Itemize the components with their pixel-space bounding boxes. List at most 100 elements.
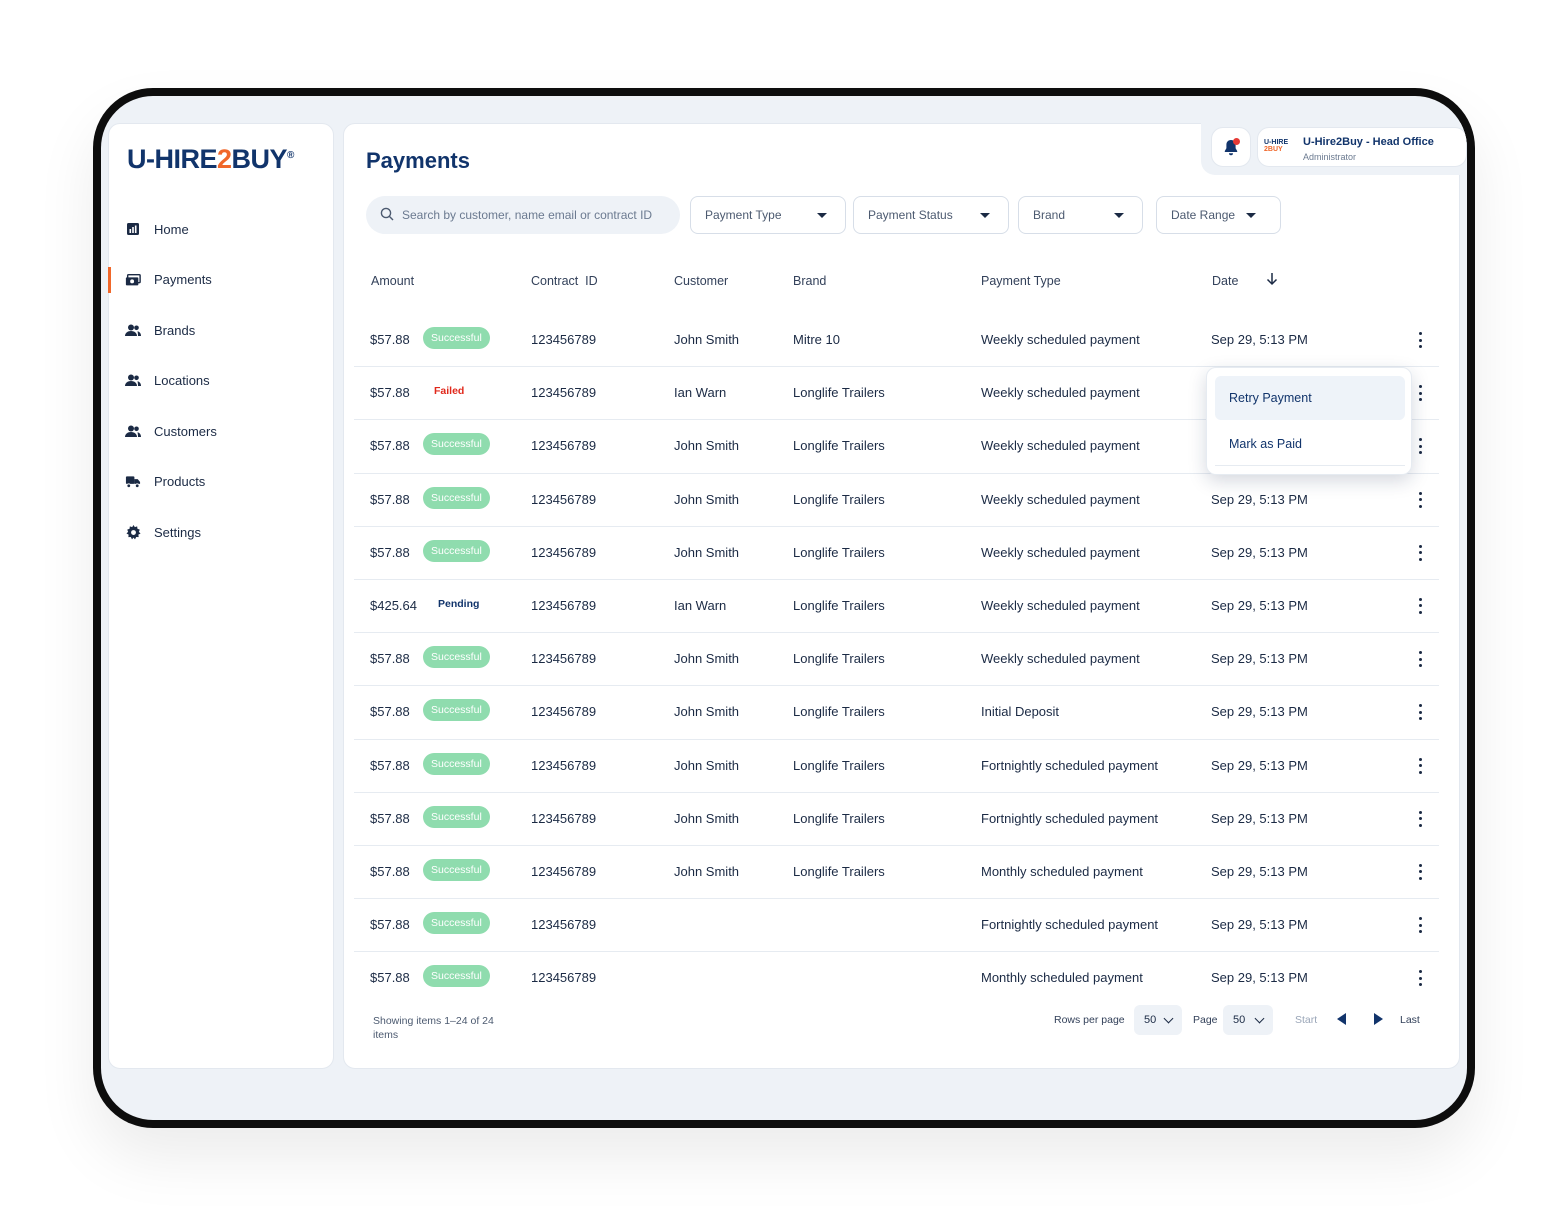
customer-cell: John Smith — [674, 544, 740, 560]
search-input[interactable]: Search by customer, name email or contra… — [366, 196, 680, 234]
account-switcher[interactable]: U-HIRE 2BUY U-Hire2Buy - Head Office Admi… — [1257, 127, 1467, 167]
brand-cell: Longlife Trailers — [793, 651, 885, 667]
table-row[interactable]: $57.88 Successful 123456789 John Smith Longl… — [354, 474, 1439, 527]
next-page-icon[interactable] — [1374, 1013, 1383, 1025]
column-header-brand[interactable]: Brand — [793, 274, 826, 288]
account-logo: U-HIRE 2BUY — [1264, 139, 1289, 153]
previous-page-icon[interactable] — [1337, 1013, 1346, 1025]
brand-filter[interactable]: Brand — [1018, 196, 1143, 234]
page-select[interactable]: 50 — [1223, 1005, 1273, 1035]
account-role: Administrator — [1303, 152, 1357, 162]
row-actions-icon[interactable] — [1413, 596, 1427, 616]
date-cell: Sep 29, 5:13 PM — [1211, 544, 1308, 560]
column-header-date[interactable]: Date — [1212, 274, 1238, 288]
contract-id-cell: 123456789 — [531, 863, 597, 879]
search-icon — [380, 207, 394, 224]
table-row[interactable]: $57.88 Successful 123456789 Fortnightly sch… — [354, 899, 1439, 953]
sidebar-item-customers[interactable]: Customers — [109, 406, 333, 457]
row-actions-icon[interactable] — [1413, 383, 1427, 403]
last-page-button[interactable]: Last — [1400, 1004, 1420, 1036]
payment-status-filter[interactable]: Payment Status — [853, 196, 1009, 234]
sidebar-item-label: Locations — [154, 373, 210, 389]
table-row[interactable]: $57.88 Successful 123456789 John Smith Longl… — [354, 740, 1439, 793]
column-header-payment-type[interactable]: Payment Type — [981, 274, 1061, 288]
sort-descending-icon[interactable] — [1266, 272, 1278, 289]
table-row[interactable]: $57.88 Successful 123456789 John Smith Longl… — [354, 633, 1439, 687]
sidebar-item-locations[interactable]: Locations — [109, 356, 333, 407]
date-cell: Sep 29, 5:13 PM — [1211, 863, 1308, 879]
page-title: Payments — [366, 148, 470, 173]
brand-cell: Longlife Trailers — [793, 810, 885, 826]
brand-cell: Longlife Trailers — [793, 863, 885, 879]
payment-type-filter[interactable]: Payment Type — [690, 196, 846, 234]
start-page-button[interactable]: Start — [1295, 1004, 1317, 1036]
table-row[interactable]: $425.64 Pending 123456789 Ian Warn Longlife … — [354, 580, 1439, 634]
brand-logo[interactable]: U-HIRE2BUY® — [127, 144, 294, 175]
row-actions-icon[interactable] — [1413, 543, 1427, 563]
contract-id-cell: 123456789 — [531, 438, 597, 454]
account-area: U-HIRE 2BUY U-Hire2Buy - Head Office Admi… — [1201, 123, 1467, 175]
retry-payment-menu-item[interactable]: Retry Payment — [1215, 376, 1405, 420]
column-header-customer[interactable]: Customer — [674, 274, 728, 288]
sidebar-item-brands[interactable]: Brands — [109, 305, 333, 356]
status-badge: Successful — [423, 805, 490, 828]
sidebar-item-home[interactable]: Home — [109, 204, 333, 255]
amount-cell: $425.64 — [370, 597, 417, 613]
row-actions-icon[interactable] — [1413, 968, 1427, 988]
status-badge: Successful — [423, 327, 490, 349]
date-cell: Sep 29, 5:13 PM — [1211, 970, 1308, 986]
table-row[interactable]: $57.88 Successful 123456789 John Smith Longl… — [354, 527, 1439, 580]
status-badge: Pending — [438, 597, 480, 610]
customer-cell: Ian Warn — [674, 597, 727, 613]
row-actions-icon[interactable] — [1413, 330, 1427, 350]
customer-cell: John Smith — [674, 704, 740, 720]
row-actions-icon[interactable] — [1413, 436, 1427, 456]
page-label: Page — [1193, 1014, 1218, 1026]
mark-as-paid-menu-item[interactable]: Mark as Paid — [1215, 422, 1405, 466]
notifications-button[interactable] — [1211, 127, 1251, 167]
caret-down-icon — [1246, 213, 1256, 218]
payment-type-cell: Weekly scheduled payment — [981, 544, 1140, 560]
row-actions-icon[interactable] — [1413, 915, 1427, 935]
customer-cell: John Smith — [674, 757, 740, 773]
status-badge: Successful — [423, 699, 490, 722]
date-cell: Sep 29, 5:13 PM — [1211, 651, 1308, 667]
sidebar-item-payments[interactable]: Payments — [108, 255, 333, 306]
row-actions-icon[interactable] — [1413, 756, 1427, 776]
column-header-contract-id[interactable]: Contract ID — [531, 274, 598, 288]
date-cell: Sep 29, 5:13 PM — [1211, 757, 1308, 773]
table-row[interactable]: $57.88 Successful 123456789 John Smith Longl… — [354, 846, 1439, 900]
payment-type-cell: Weekly scheduled payment — [981, 332, 1140, 347]
main-panel: Payments Search by customer, name email … — [343, 123, 1460, 1069]
sidebar-item-label: Brands — [154, 322, 196, 338]
status-badge: Successful — [423, 646, 490, 669]
row-actions-icon[interactable] — [1413, 702, 1427, 722]
table-row[interactable]: $57.88 Successful 123456789 John Smith Mitre… — [354, 314, 1439, 368]
table-row[interactable]: $57.88 Successful 123456789 John Smith Longl… — [354, 686, 1439, 740]
brand-cell: Longlife Trailers — [793, 704, 885, 720]
page-value: 50 — [1233, 1014, 1246, 1026]
sidebar-item-products[interactable]: Products — [109, 457, 333, 508]
sidebar-item-settings[interactable]: Settings — [109, 507, 333, 558]
rows-per-page-select[interactable]: 50 — [1134, 1005, 1182, 1035]
contract-id-cell: 123456789 — [531, 970, 597, 986]
date-cell: Sep 29, 5:13 PM — [1211, 917, 1308, 933]
table-row[interactable]: $57.88 Successful 123456789 Monthly schedul… — [354, 952, 1439, 1005]
sidebar-item-label: Customers — [154, 423, 217, 439]
contract-id-cell: 123456789 — [531, 757, 597, 773]
table-row[interactable]: $57.88 Successful 123456789 John Smith Longl… — [354, 793, 1439, 846]
tablet-frame: U-HIRE2BUY® Home Payments Brands Locatio… — [93, 88, 1475, 1128]
column-header-amount[interactable]: Amount — [371, 274, 414, 288]
row-actions-icon[interactable] — [1413, 809, 1427, 829]
amount-cell: $57.88 — [370, 917, 410, 933]
caret-down-icon — [817, 213, 827, 218]
row-actions-icon[interactable] — [1413, 490, 1427, 510]
row-actions-icon[interactable] — [1413, 649, 1427, 669]
date-range-filter[interactable]: Date Range — [1156, 196, 1281, 234]
row-actions-icon[interactable] — [1413, 862, 1427, 882]
brand-cell: Longlife Trailers — [793, 491, 885, 507]
contract-id-cell: 123456789 — [531, 810, 597, 826]
contract-id-cell: 123456789 — [531, 704, 597, 720]
amount-cell: $57.88 — [370, 757, 410, 773]
date-range-filter-label: Date Range — [1171, 208, 1236, 222]
